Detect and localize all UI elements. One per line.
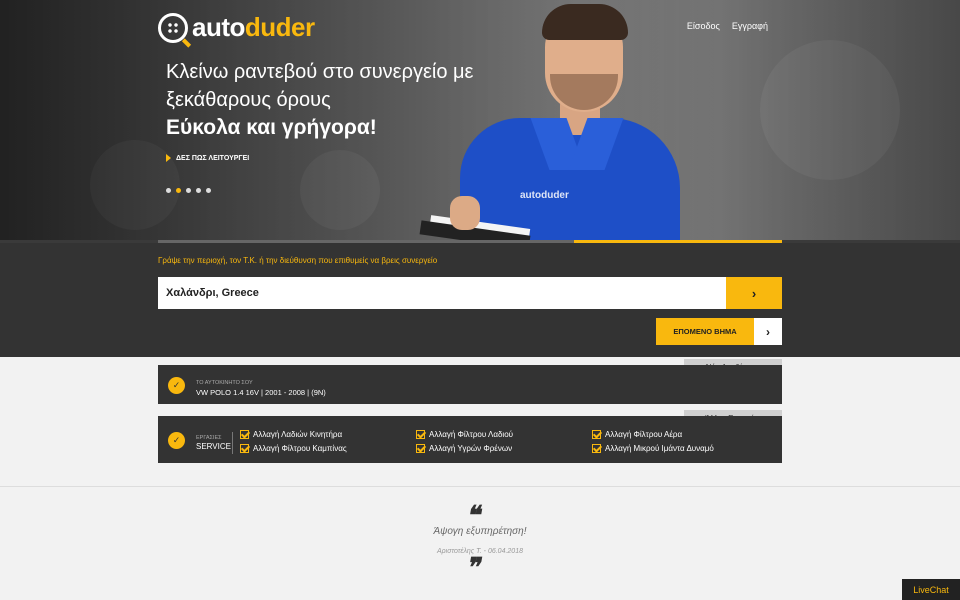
- chevron-right-icon: ›: [754, 318, 782, 345]
- location-search-input[interactable]: [158, 277, 726, 309]
- services-list: Αλλαγή Λαδιών Κινητήρα Αλλαγή Φίλτρου Λα…: [240, 430, 768, 453]
- livechat-button[interactable]: LiveChat: [902, 579, 960, 600]
- jacket-logo: autoduder: [520, 190, 569, 201]
- checkbox-checked-icon: [240, 430, 249, 439]
- slide-dot[interactable]: [206, 188, 211, 193]
- service-item[interactable]: Αλλαγή Φίλτρου Αέρα: [592, 430, 768, 439]
- search-section: Γράψε την περιοχή, τον Τ.Κ. ή την διεύθυ…: [0, 243, 960, 357]
- login-link[interactable]: Είσοδος: [687, 21, 720, 31]
- hero-line-1: Κλείνω ραντεβού στο συνεργείο με: [166, 61, 474, 83]
- slide-dot[interactable]: [166, 188, 171, 193]
- service-item[interactable]: Αλλαγή Λαδιών Κινητήρα: [240, 430, 416, 439]
- logo-icon: [158, 12, 188, 43]
- hero-banner: autoduder autoduder Είσοδος Εγγραφή Κλεί…: [0, 0, 960, 243]
- car-label: ΤΟ ΑΥΤΟΚΙΝΗΤΟ ΣΟΥ: [196, 380, 253, 386]
- quote-close-icon: ❞: [465, 553, 485, 583]
- logo-text-duder: duder: [244, 12, 315, 42]
- checkbox-checked-icon: [592, 444, 601, 453]
- slide-dot-active[interactable]: [176, 188, 181, 193]
- top-nav: Είσοδος Εγγραφή: [687, 21, 768, 31]
- logo[interactable]: autoduder: [158, 12, 315, 43]
- car-summary-card: ✓ ΤΟ ΑΥΤΟΚΙΝΗΤΟ ΣΟΥ VW POLO 1.4 16V | 20…: [158, 365, 782, 404]
- service-item[interactable]: Αλλαγή Μικρού Ιμάντα Δυναμό: [592, 444, 768, 453]
- next-step-button[interactable]: ΕΠΟΜΕΝΟ ΒΗΜΑ ›: [656, 318, 782, 345]
- services-summary-card: ✓ ΕΡΓΑΣΙΕΣ SERVICE Αλλαγή Λαδιών Κινητήρ…: [158, 416, 782, 463]
- hero-line-3: Εύκολα και γρήγορα!: [166, 116, 377, 139]
- checkbox-checked-icon: [592, 430, 601, 439]
- slide-dot[interactable]: [186, 188, 191, 193]
- how-it-works-label: ΔΕΣ ΠΩΣ ΛΕΙΤΟΥΡΓΕΙ: [176, 154, 250, 162]
- checkbox-checked-icon: [416, 430, 425, 439]
- chevron-right-icon: ›: [751, 285, 757, 301]
- slider-dots: [166, 188, 211, 193]
- services-label: ΕΡΓΑΣΙΕΣ: [196, 435, 222, 441]
- hero-headline: Κλείνω ραντεβού στο συνεργείο με ξεκάθαρ…: [166, 58, 473, 142]
- divider: [232, 432, 233, 454]
- check-circle-icon: ✓: [168, 377, 185, 394]
- next-step-label: ΕΠΟΜΕΝΟ ΒΗΜΑ: [656, 318, 754, 345]
- services-value: SERVICE: [196, 442, 231, 451]
- checkbox-checked-icon: [416, 444, 425, 453]
- car-value: VW POLO 1.4 16V | 2001 - 2008 | (9N): [196, 388, 326, 397]
- register-link[interactable]: Εγγραφή: [732, 21, 768, 31]
- how-it-works-link[interactable]: ΔΕΣ ΠΩΣ ΛΕΙΤΟΥΡΓΕΙ: [166, 154, 249, 162]
- logo-text-auto: auto: [192, 12, 245, 42]
- hero-line-2: ξεκάθαρους όρους: [166, 89, 331, 111]
- service-item[interactable]: Αλλαγή Φίλτρου Καμπίνας: [240, 444, 416, 453]
- testimonial-section: ❝ Άψογη εξυπηρέτηση! Αριστοτέλης Τ. - 06…: [0, 486, 960, 600]
- play-icon: [166, 154, 171, 162]
- checkbox-checked-icon: [240, 444, 249, 453]
- search-go-button[interactable]: ›: [726, 277, 782, 309]
- check-circle-icon: ✓: [168, 432, 185, 449]
- testimonial-text: Άψογη εξυπηρέτηση!: [433, 526, 527, 537]
- service-item[interactable]: Αλλαγή Υγρών Φρένων: [416, 444, 592, 453]
- service-item[interactable]: Αλλαγή Φίλτρου Λαδιού: [416, 430, 592, 439]
- search-hint: Γράψε την περιοχή, τον Τ.Κ. ή την διεύθυ…: [158, 256, 438, 265]
- slide-dot[interactable]: [196, 188, 201, 193]
